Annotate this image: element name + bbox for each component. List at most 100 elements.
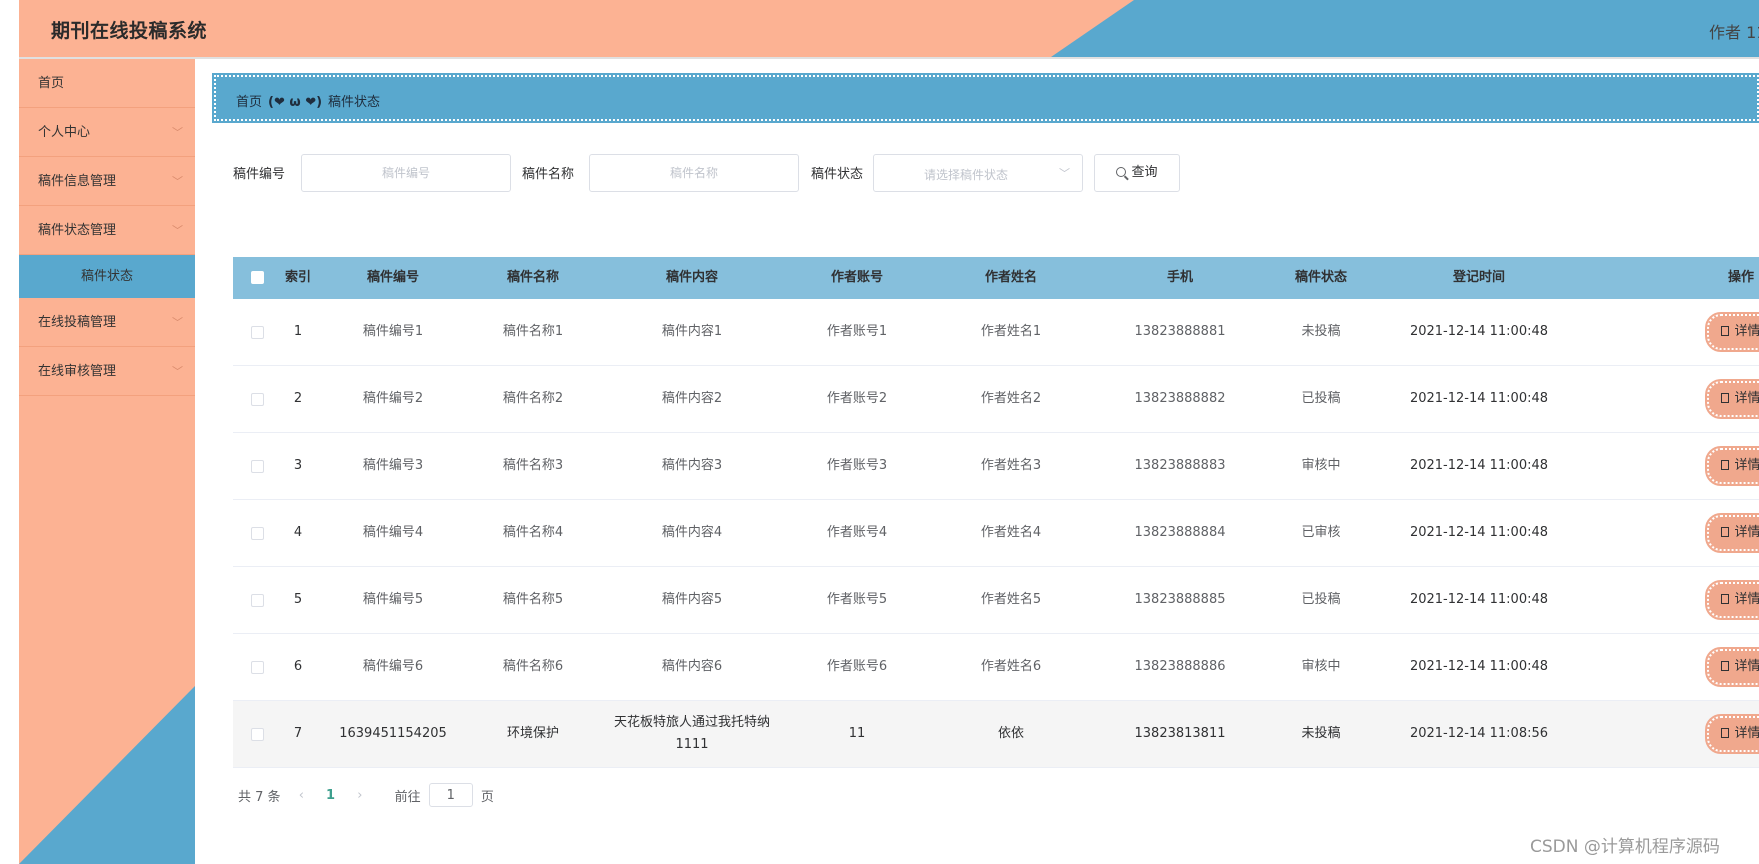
cell-code: 稿件编号1	[362, 324, 424, 339]
column-header-idx: 索引	[284, 270, 311, 285]
select-all-checkbox[interactable]	[250, 271, 264, 284]
detail-button-label: 详情	[1734, 324, 1759, 339]
detail-button[interactable]: 详情	[1705, 714, 1759, 754]
row-checkbox[interactable]	[250, 660, 264, 674]
column-header-phone: 手机	[1166, 270, 1193, 285]
detail-button-label: 详情	[1734, 659, 1759, 674]
cell-actions: 详情	[1671, 433, 1759, 499]
cell-phone: 13823813811	[1134, 726, 1226, 741]
document-icon	[1721, 326, 1730, 336]
row-checkbox[interactable]	[250, 593, 264, 607]
cell-code: 稿件编号6	[362, 659, 424, 674]
sidebar-item[interactable]: 在线审核管理 ﹀	[19, 347, 195, 396]
cell-time: 2021-12-14 11:00:48	[1409, 458, 1549, 473]
sidebar-item[interactable]: 在线投稿管理 ﹀	[19, 298, 195, 347]
user-menu[interactable]: 作者 11	[1709, 19, 1759, 43]
row-checkbox[interactable]	[250, 526, 264, 540]
code-search-input[interactable]	[301, 154, 511, 192]
cell-content: 稿件内容6	[661, 659, 723, 674]
cell-idx: 3	[293, 458, 303, 473]
status-select[interactable]: 请选择稿件状态 ﹀	[873, 154, 1083, 192]
sidebar-item-label: 在线审核管理	[38, 364, 117, 379]
row-checkbox[interactable]	[250, 727, 264, 741]
cell-author: 作者姓名1	[980, 324, 1042, 339]
cell-content: 稿件内容1	[661, 324, 723, 339]
column-header-time: 登记时间	[1452, 270, 1505, 285]
document-icon	[1721, 661, 1730, 671]
table-body: 1 稿件编号1 稿件名称1 稿件内容1 作者账号1 作者姓名1 13823888881 未投稿…	[233, 299, 1759, 768]
detail-button[interactable]: 详情	[1705, 446, 1759, 486]
cell-time: 2021-12-14 11:00:48	[1409, 592, 1549, 607]
row-checkbox-cell	[233, 500, 281, 566]
table-row: 2 稿件编号2 稿件名称2 稿件内容2 作者账号2 作者姓名2 13823888882 已投稿…	[233, 366, 1759, 433]
cell-status: 未投稿	[1301, 324, 1341, 339]
chevron-down-icon: ﹀	[172, 126, 183, 139]
cell-time: 2021-12-14 11:00:48	[1409, 659, 1549, 674]
row-checkbox-cell	[233, 366, 281, 432]
row-checkbox-cell	[233, 299, 281, 365]
row-checkbox[interactable]	[250, 459, 264, 473]
goto-page-input[interactable]	[428, 783, 473, 807]
cell-idx: 4	[293, 525, 303, 540]
sidebar-item-label: 稿件信息管理	[38, 174, 117, 189]
cell-name: 稿件名称1	[502, 324, 564, 339]
cell-name: 稿件名称3	[502, 458, 564, 473]
next-page-icon[interactable]: ›	[357, 788, 362, 803]
table-row: 5 稿件编号5 稿件名称5 稿件内容5 作者账号5 作者姓名5 13823888885 已投稿…	[233, 567, 1759, 634]
cell-code: 稿件编号3	[362, 458, 424, 473]
cell-code: 1639451154205	[339, 726, 447, 741]
cell-time: 2021-12-14 11:08:56	[1409, 726, 1549, 741]
cell-time: 2021-12-14 11:00:48	[1409, 391, 1549, 406]
column-header-name: 稿件名称	[506, 270, 559, 285]
cell-actions: 详情	[1671, 701, 1759, 767]
detail-button[interactable]: 详情	[1705, 647, 1759, 687]
page-number[interactable]: 1	[326, 788, 335, 803]
cell-phone: 13823888882	[1134, 391, 1226, 406]
detail-button[interactable]: 详情	[1705, 580, 1759, 620]
header-divider	[19, 57, 1759, 59]
sidebar-subitem-active[interactable]: 稿件状态	[19, 255, 195, 298]
search-icon	[1116, 167, 1127, 177]
sidebar-item[interactable]: 稿件信息管理 ﹀	[19, 157, 195, 206]
cell-code: 稿件编号5	[362, 592, 424, 607]
sidebar: 首页 个人中心 ﹀ 稿件信息管理 ﹀ 稿件状态管理 ﹀ 稿件状态 在线投稿管理 ﹀ 在线审核管理 ﹀	[19, 59, 195, 864]
cell-code: 稿件编号4	[362, 525, 424, 540]
cell-author: 作者姓名5	[980, 592, 1042, 607]
sidebar-item[interactable]: 首页	[19, 59, 195, 108]
name-label: 稿件名称	[522, 167, 575, 182]
cell-content: 稿件内容2	[661, 391, 723, 406]
row-checkbox[interactable]	[250, 325, 264, 339]
detail-button-label: 详情	[1734, 592, 1759, 607]
cell-status: 审核中	[1301, 659, 1341, 674]
detail-button[interactable]: 详情	[1705, 379, 1759, 419]
cell-time: 2021-12-14 11:00:48	[1409, 324, 1549, 339]
cell-account: 作者账号3	[826, 458, 888, 473]
breadcrumb-home[interactable]: 首页	[236, 95, 262, 110]
sidebar-item-label: 在线投稿管理	[38, 315, 117, 330]
sidebar-item[interactable]: 稿件状态管理 ﹀	[19, 206, 195, 255]
column-header-op: 操作	[1727, 270, 1754, 285]
document-icon	[1721, 393, 1730, 403]
detail-button[interactable]: 详情	[1705, 513, 1759, 553]
cell-idx: 6	[293, 659, 303, 674]
name-search-input[interactable]	[589, 154, 799, 192]
row-checkbox[interactable]	[250, 392, 264, 406]
cell-name: 稿件名称2	[502, 391, 564, 406]
cell-actions: 详情	[1671, 299, 1759, 365]
query-button[interactable]: 查询	[1094, 154, 1180, 192]
prev-page-icon[interactable]: ‹	[299, 788, 304, 803]
sidebar-item[interactable]: 个人中心 ﹀	[19, 108, 195, 157]
detail-button[interactable]: 详情	[1705, 312, 1759, 352]
table-row: 6 稿件编号6 稿件名称6 稿件内容6 作者账号6 作者姓名6 13823888886 审核中…	[233, 634, 1759, 701]
document-icon	[1721, 594, 1730, 604]
cell-phone: 13823888884	[1134, 525, 1226, 540]
row-checkbox-cell	[233, 433, 281, 499]
cell-content: 稿件内容4	[661, 525, 723, 540]
cell-author: 依依	[997, 726, 1024, 741]
pagination: 共 7 条 ‹ 1 › 前往 页	[238, 783, 494, 807]
table-row: 4 稿件编号4 稿件名称4 稿件内容4 作者账号4 作者姓名4 13823888884 已审核…	[233, 500, 1759, 567]
cell-content: 稿件内容3	[661, 458, 723, 473]
sidebar-item-label: 稿件状态管理	[38, 223, 117, 238]
left-margin	[0, 0, 19, 864]
cell-content: 稿件内容5	[661, 592, 723, 607]
